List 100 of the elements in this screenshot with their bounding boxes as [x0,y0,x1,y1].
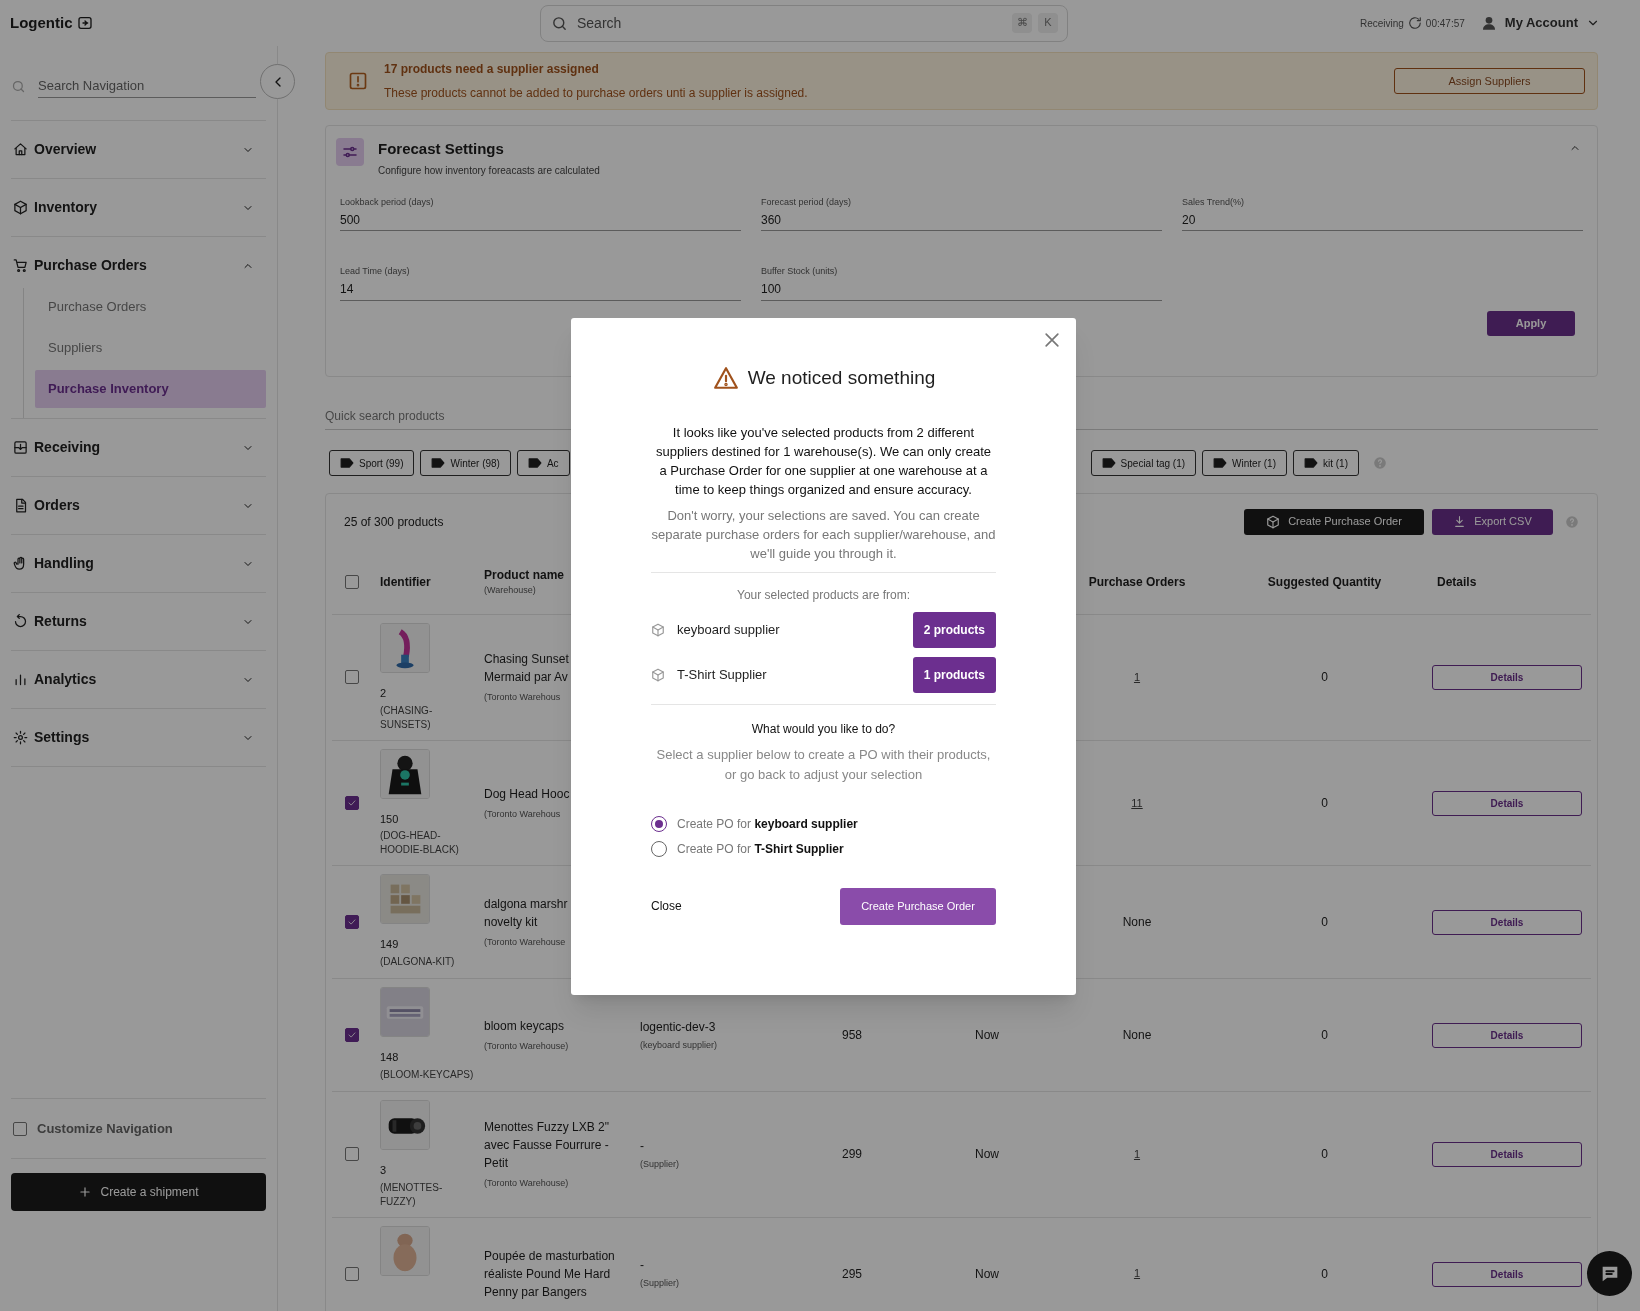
account-menu[interactable]: My Account [1504,13,1600,33]
card-title: Forecast Settings [378,139,505,159]
tag-filter[interactable]: kit (1) [1293,450,1359,476]
input-field[interactable]: 14 [340,278,741,301]
supplier-name: keyboard supplier [677,620,780,639]
tag-filter[interactable]: Sport (99) [329,450,415,476]
receiving-label: Receiving [1359,16,1404,31]
product-count: 25 of 300 products [344,513,444,531]
purchase-orders-link[interactable]: 1 [1133,669,1141,686]
help-icon [1565,514,1579,529]
column-header: Details [1436,573,1478,591]
product-sku: (DOG-HEAD-HOODIE-BLACK) [380,829,460,857]
banner-message: These products cannot be added to purchase orders unti a supplier is assigned. [384,85,808,102]
create-shipment-button[interactable]: Create a shipment [11,1173,266,1211]
input-field[interactable]: 360 [761,209,1162,231]
chat-button[interactable] [1587,1251,1632,1296]
input-field[interactable]: 100 [761,278,1162,301]
nav-item[interactable]: Orders [11,477,266,534]
checkbox[interactable] [345,670,359,685]
close-dialog-button[interactable]: Close [651,897,682,915]
assign-suppliers-button[interactable]: Assign Suppliers [1394,68,1585,94]
inbox-icon [13,440,28,455]
tag-icon [340,456,354,470]
receiving-timer: 00:47:57 [1425,16,1465,31]
warehouse-label: (Toronto Warehous [484,807,562,821]
purchase-orders-link[interactable]: 11 [1131,794,1143,811]
input-field[interactable]: 500 [340,209,741,231]
nav-item[interactable]: Returns [11,593,266,650]
column-header: Suggested Quantity [1266,573,1383,591]
product-sku: (BLOOM-KEYCAPS) [380,1067,474,1082]
details-button[interactable]: Details [1432,790,1582,816]
warehouse-label: (Toronto Warehous [484,691,562,704]
warehouse-label: (Toronto Warehouse [484,935,567,949]
nav-subitem[interactable]: Suppliers [35,329,266,367]
details-button[interactable]: Details [1432,1023,1582,1048]
search-icon [551,14,568,32]
details-button[interactable]: Details [1432,910,1582,935]
column-title: Product name [484,566,565,584]
details-button[interactable]: Details [1432,665,1582,691]
tag-icon [431,456,446,470]
logo-icon [76,15,93,31]
cart-icon [13,258,28,273]
product-name: Dog Head Hooc [484,785,571,803]
product-sku: (CHASING-SUNSETS) [380,703,434,732]
product-id: 150 [380,811,400,827]
product-id: 3 [380,1163,388,1178]
purchase-orders-value: None [1122,914,1152,931]
field-label: Lookback period (days) [340,195,435,209]
warehouse-label: (Toronto Warehouse) [484,1177,570,1190]
nav-item[interactable]: Receiving [11,419,266,476]
export-csv-button[interactable]: Export CSV [1432,508,1553,535]
apply-button[interactable]: Apply [1487,310,1575,336]
checkbox[interactable] [345,915,359,929]
nav-item[interactable]: Handling [11,535,266,592]
checkbox[interactable] [345,1147,359,1162]
cube-icon [13,200,28,215]
nav-subitem[interactable]: Purchase Inventory [35,370,266,408]
suggested-quantity: 0 [1321,794,1328,812]
customize-navigation-label: Customize Navigation [37,1119,173,1138]
create-purchase-order-button[interactable]: Create Purchase Order [1244,508,1424,535]
nav-item[interactable]: Settings [11,709,266,766]
supplier-subtitle: (Supplier) [640,1158,680,1171]
checkbox[interactable] [345,1028,359,1042]
search-icon [11,78,26,94]
details-button[interactable]: Details [1432,1261,1582,1287]
card-subtitle: Configure how inventory foreacasts are calculated [378,163,600,178]
checkbox[interactable] [345,795,359,810]
purchase-orders-link[interactable]: 1 [1133,1146,1141,1163]
radio-option[interactable]: Create PO for T-Shirt Supplier [651,839,996,858]
create-purchase-order-button[interactable]: Create Purchase Order [840,887,996,925]
nav-item[interactable]: Overview [11,121,266,178]
field-label: Sales Trend(%) [1182,195,1246,209]
collapse-sidebar-button[interactable] [260,64,295,99]
product-name: dalgona marshr novelty kit [484,895,569,931]
purchase-orders-link[interactable]: 1 [1133,1265,1141,1282]
alert-icon [348,71,368,91]
supplier-name: - [640,1257,645,1275]
warning-icon [711,365,740,392]
dialog-title: We noticed something [747,366,936,390]
tag-filter[interactable]: Special tag (1) [1090,450,1197,476]
checkbox[interactable] [345,574,359,589]
details-button[interactable]: Details [1432,1142,1582,1168]
supplier-name: logentic-dev-3 [640,1018,717,1036]
tag-filter[interactable]: Winter (1) [1202,450,1287,476]
nav-item[interactable]: Inventory [11,179,266,236]
search-navigation-field[interactable]: Search Navigation [38,74,256,98]
radio-option[interactable]: Create PO for keyboard supplier [651,814,996,833]
checkbox[interactable] [345,1266,359,1281]
tag-filter[interactable]: Winter (98) [420,450,511,476]
tag-icon [527,456,542,470]
logo-text: Logentic [10,12,73,33]
checkmark-icon [347,1030,357,1040]
close-button[interactable] [1042,330,1062,350]
nav-item[interactable]: Analytics [11,651,266,708]
tag-filter[interactable]: Ac [516,450,570,476]
bar-chart-icon [13,672,28,687]
suggested-quantity: 0 [1321,1146,1328,1164]
checkbox[interactable] [13,1121,27,1136]
input-field[interactable]: 20 [1182,209,1583,231]
product-id: 149 [380,937,400,952]
